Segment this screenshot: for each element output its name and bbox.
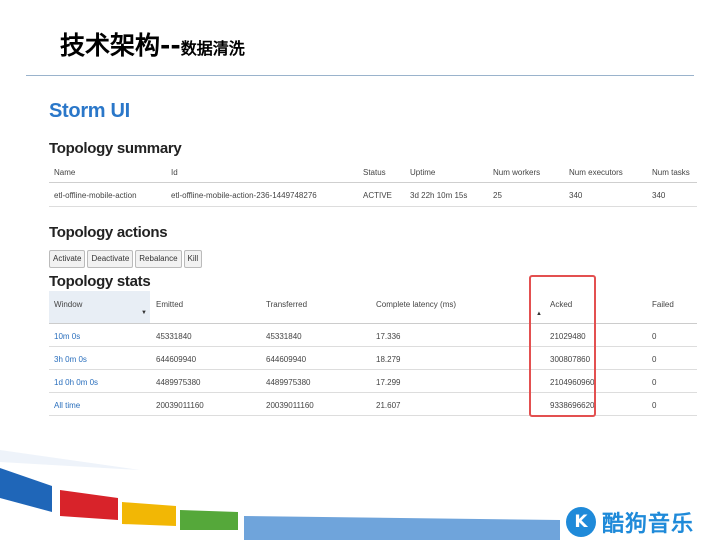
logo-text: 酷狗音乐 (602, 512, 695, 537)
stats-col-failed[interactable]: Failed (652, 300, 674, 309)
emitted-value: 20039011160 (156, 401, 204, 410)
slide-title-main: 技术架构-- (60, 31, 181, 60)
summary-col-id[interactable]: Id (171, 168, 178, 177)
activate-button[interactable]: Activate (49, 250, 86, 268)
stripe-lightblue (244, 516, 560, 540)
failed-value: 0 (652, 378, 657, 387)
window-link[interactable]: All time (54, 401, 80, 410)
stripe-faint (0, 450, 140, 470)
failed-value: 0 (652, 355, 657, 364)
window-link[interactable]: 1d 0h 0m 0s (54, 378, 98, 387)
kugou-k-icon: K (566, 507, 596, 537)
kill-button[interactable]: Kill (183, 250, 203, 268)
tasks-value: 340 (652, 191, 666, 200)
stats-row: 3h 0m 0s 644609940 644609940 18.279 3008… (49, 347, 697, 370)
transferred-value: 45331840 (266, 332, 302, 341)
stats-header-row: Window ▼ Emitted Transferred Complete la… (49, 291, 697, 324)
summary-heading: Topology summary (49, 140, 182, 157)
emitted-value: 644609940 (156, 355, 197, 364)
actions-bar: Activate Deactivate Rebalance Kill (49, 250, 203, 268)
rebalance-button[interactable]: Rebalance (135, 250, 182, 268)
stats-col-emitted[interactable]: Emitted (156, 300, 183, 309)
kugou-logo: K 酷狗音乐 (566, 506, 694, 538)
stats-row: 1d 0h 0m 0s 4489975380 4489975380 17.299… (49, 370, 697, 393)
summary-col-executors[interactable]: Num executors (569, 168, 623, 177)
stats-col-window[interactable]: Window (54, 300, 82, 309)
stripe-green (180, 510, 238, 530)
status-value: ACTIVE (363, 191, 392, 200)
stats-col-transferred[interactable]: Transferred (266, 300, 307, 309)
sort-desc-icon: ▼ (141, 310, 147, 316)
latency-value: 17.336 (376, 332, 401, 341)
latency-value: 21.607 (376, 401, 401, 410)
deactivate-button[interactable]: Deactivate (87, 250, 134, 268)
stats-col-latency[interactable]: Complete latency (ms) (376, 300, 456, 309)
failed-value: 0 (652, 332, 657, 341)
slide-title: 技术架构--数据清洗 (60, 26, 245, 62)
topology-id: etl-offline-mobile-action-236-1449748276 (171, 191, 317, 200)
acked-highlight-box (529, 275, 596, 417)
actions-heading: Topology actions (49, 224, 168, 241)
summary-col-name[interactable]: Name (54, 168, 75, 177)
transferred-value: 644609940 (266, 355, 307, 364)
summary-row: etl-offline-mobile-action etl-offline-mo… (49, 183, 697, 207)
latency-value: 17.299 (376, 378, 401, 387)
summary-col-status[interactable]: Status (363, 168, 386, 177)
title-divider (26, 75, 694, 76)
app-title: Storm UI (49, 100, 130, 122)
summary-col-uptime[interactable]: Uptime (410, 168, 435, 177)
topology-name: etl-offline-mobile-action (54, 191, 137, 200)
emitted-value: 4489975380 (156, 378, 201, 387)
workers-value: 25 (493, 191, 502, 200)
latency-value: 18.279 (376, 355, 401, 364)
stats-row: All time 20039011160 20039011160 21.607 … (49, 393, 697, 416)
stripe-red (60, 490, 118, 520)
transferred-value: 4489975380 (266, 378, 311, 387)
stats-table: Window ▼ Emitted Transferred Complete la… (49, 291, 697, 416)
stats-row: 10m 0s 45331840 45331840 17.336 21029480… (49, 324, 697, 347)
stats-heading: Topology stats (49, 273, 151, 290)
summary-header-row: Name Id Status Uptime Num workers Num ex… (49, 160, 697, 183)
executors-value: 340 (569, 191, 583, 200)
window-link[interactable]: 3h 0m 0s (54, 355, 87, 364)
transferred-value: 20039011160 (266, 401, 314, 410)
slide-title-sub: 数据清洗 (180, 39, 245, 58)
summary-table: Name Id Status Uptime Num workers Num ex… (49, 160, 697, 207)
summary-col-tasks[interactable]: Num tasks (652, 168, 690, 177)
emitted-value: 45331840 (156, 332, 192, 341)
uptime-value: 3d 22h 10m 15s (410, 191, 468, 200)
summary-col-workers[interactable]: Num workers (493, 168, 540, 177)
stripe-yellow (122, 502, 176, 526)
failed-value: 0 (652, 401, 657, 410)
stripe-blue (0, 468, 52, 512)
window-link[interactable]: 10m 0s (54, 332, 80, 341)
